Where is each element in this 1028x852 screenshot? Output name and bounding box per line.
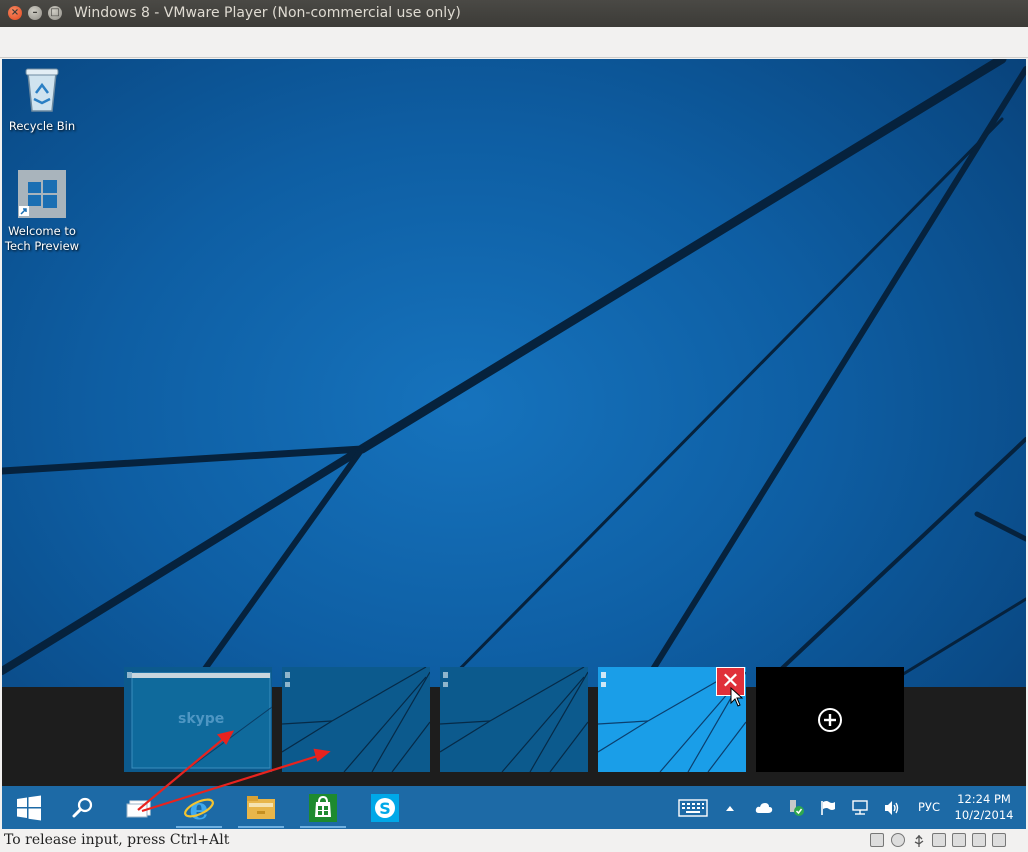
vmware-status-bar: To release input, press Ctrl+Alt (0, 829, 1028, 852)
maximize-icon: □ (50, 7, 60, 18)
close-icon: × (10, 7, 20, 18)
usb-icon[interactable] (912, 833, 926, 847)
guest-screen[interactable]: Recycle Bin Welcome to Tech Preview skyp… (2, 59, 1026, 829)
release-input-hint: To release input, press Ctrl+Alt (4, 832, 230, 848)
window-minimize-button[interactable]: – (28, 6, 42, 20)
window-title: Windows 8 - VMware Player (Non-commercia… (74, 5, 461, 21)
hard-disk-icon[interactable] (870, 833, 884, 847)
network-adapter-icon[interactable] (952, 833, 966, 847)
window-maximize-button[interactable]: □ (48, 6, 62, 20)
annotation-arrows (137, 730, 331, 813)
window-title-bar: × – □ Windows 8 - VMware Player (Non-com… (0, 0, 1028, 27)
window-close-button[interactable]: × (8, 6, 22, 20)
sound-card-icon[interactable] (972, 833, 986, 847)
cd-rom-icon[interactable] (891, 833, 905, 847)
vmware-toolbar (0, 27, 1028, 58)
minimize-icon: – (32, 7, 38, 18)
printer-icon[interactable] (932, 833, 946, 847)
usb-device-icon[interactable] (992, 833, 1006, 847)
